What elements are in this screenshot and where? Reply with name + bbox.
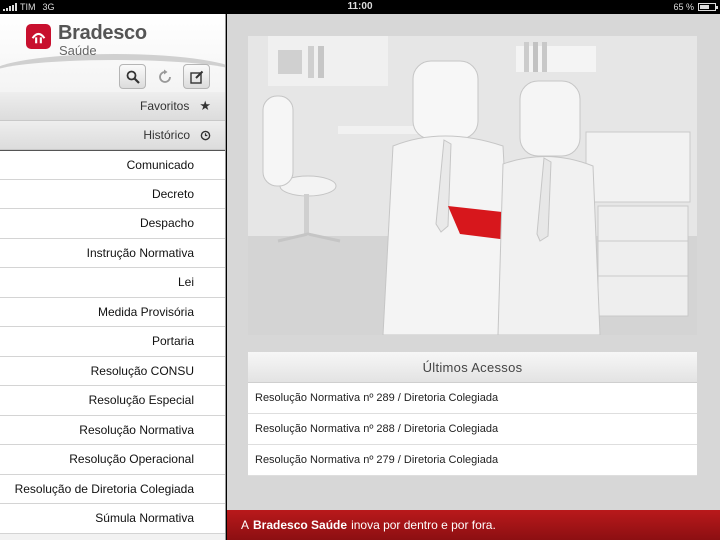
menu-item-resolucao-diretoria-colegiada[interactable]: Resolução de Diretoria Colegiada xyxy=(0,474,225,504)
recent-item-2[interactable]: Resolução Normativa nº 288 / Diretoria C… xyxy=(248,414,697,445)
history-row[interactable]: Histórico xyxy=(0,121,225,150)
clock: 11:00 xyxy=(347,1,373,12)
refresh-icon xyxy=(158,69,171,83)
menu-item-despacho[interactable]: Despacho xyxy=(0,209,225,239)
search-icon xyxy=(126,70,140,84)
menu-item-resolucao-especial[interactable]: Resolução Especial xyxy=(0,386,225,416)
recent-access-panel: Últimos Acessos Resolução Normativa nº 2… xyxy=(248,352,697,476)
menu-item-decreto[interactable]: Decreto xyxy=(0,179,225,209)
footer-prefix: A xyxy=(241,518,250,532)
battery-percent: 65 % xyxy=(673,2,694,12)
menu-item-resolucao-consu[interactable]: Resolução CONSU xyxy=(0,356,225,386)
favorites-label: Favoritos xyxy=(139,99,190,113)
refresh-button[interactable] xyxy=(151,64,178,89)
category-list: Comunicado Decreto Despacho Instrução No… xyxy=(0,150,225,534)
recent-item-3[interactable]: Resolução Normativa nº 279 / Diretoria C… xyxy=(248,445,697,476)
menu-item-comunicado[interactable]: Comunicado xyxy=(0,150,225,180)
battery-icon xyxy=(698,3,718,11)
status-bar: TIM 3G 11:00 65 % xyxy=(0,0,720,14)
logo-header: Bradesco Saúde xyxy=(0,14,225,92)
star-icon: ★ xyxy=(199,98,211,113)
menu-item-resolucao-normativa[interactable]: Resolução Normativa xyxy=(0,415,225,445)
brand-name: Bradesco xyxy=(58,22,147,44)
hero-image xyxy=(248,36,697,335)
main-panel: Últimos Acessos Resolução Normativa nº 2… xyxy=(227,14,720,540)
recent-access-title: Últimos Acessos xyxy=(248,352,697,383)
history-icon xyxy=(200,130,211,140)
menu-item-medida-provisoria[interactable]: Medida Provisória xyxy=(0,297,225,327)
menu-item-lei[interactable]: Lei xyxy=(0,268,225,298)
menu-item-resolucao-operacional[interactable]: Resolução Operacional xyxy=(0,445,225,475)
menu-item-instrucao-normativa[interactable]: Instrução Normativa xyxy=(0,238,225,268)
brand-sub: Saúde xyxy=(59,43,97,58)
bradesco-logo-icon xyxy=(26,24,51,49)
menu-item-portaria[interactable]: Portaria xyxy=(0,327,225,357)
footer-banner: A Bradesco Saúde inova por dentro e por … xyxy=(227,510,720,540)
favorites-row[interactable]: Favoritos ★ xyxy=(0,92,225,121)
footer-brand: Bradesco Saúde xyxy=(253,518,348,532)
sidebar: Bradesco Saúde Favoritos ★ Histórico Com… xyxy=(0,14,226,540)
footer-tagline: inova por dentro e por fora. xyxy=(351,518,496,532)
menu-item-sumula-normativa[interactable]: Súmula Normativa xyxy=(0,504,225,534)
edit-icon xyxy=(189,70,203,84)
edit-button[interactable] xyxy=(183,64,210,89)
recent-item-1[interactable]: Resolução Normativa nº 289 / Diretoria C… xyxy=(248,383,697,414)
search-button[interactable] xyxy=(119,64,146,89)
history-label: Histórico xyxy=(143,128,190,142)
